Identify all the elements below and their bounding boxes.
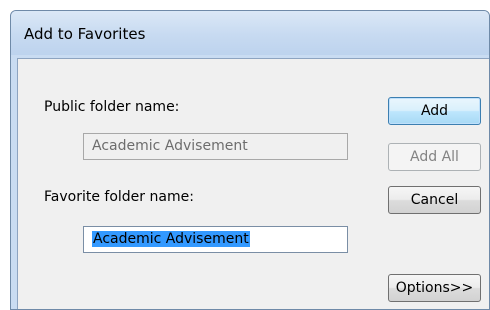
add-to-favorites-dialog: Add to Favorites Public folder name: Aca… [10,10,490,310]
favorite-folder-input[interactable]: Academic Advisement [83,226,348,253]
title-bar[interactable]: Add to Favorites [11,11,489,55]
public-folder-label: Public folder name: [44,99,180,115]
dialog-body: Public folder name: Academic Advisement … [17,58,489,309]
favorite-folder-label: Favorite folder name: [44,189,194,205]
add-button[interactable]: Add [388,97,481,125]
options-button[interactable]: Options>> [388,274,481,302]
favorite-folder-selected-text: Academic Advisement [92,231,250,247]
public-folder-field: Academic Advisement [83,133,348,160]
add-all-button: Add All [388,143,481,171]
cancel-button[interactable]: Cancel [388,186,481,214]
dialog-title: Add to Favorites [24,25,146,43]
